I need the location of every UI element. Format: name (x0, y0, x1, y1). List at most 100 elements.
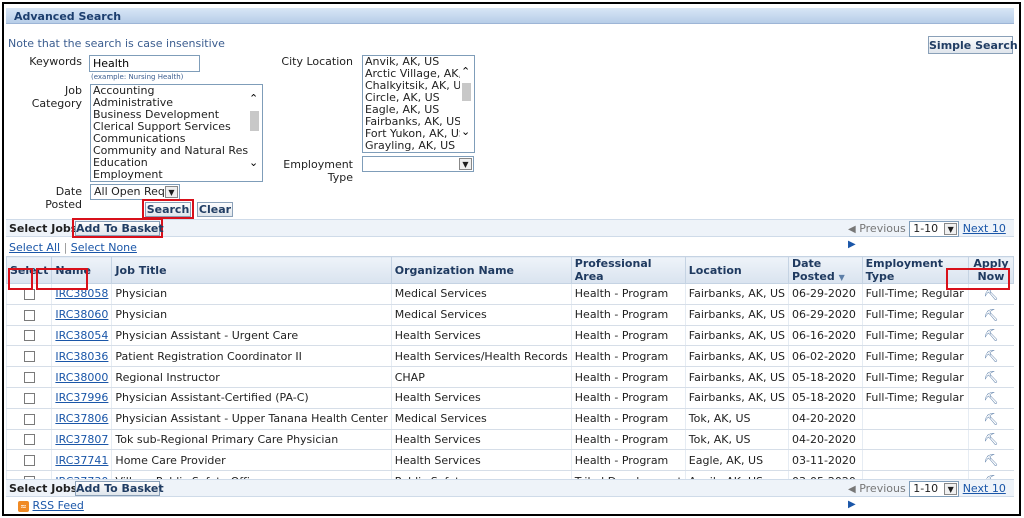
select-cell[interactable] (5, 387, 52, 409)
job-id-link[interactable]: IRC38036 (55, 350, 108, 363)
select-none-link[interactable]: Select None (71, 241, 137, 254)
select-cell[interactable] (5, 429, 52, 451)
apply-now-cell[interactable]: ⛏ (967, 387, 1014, 409)
select-checkbox[interactable] (23, 413, 35, 425)
select-checkbox[interactable] (23, 351, 35, 363)
apply-now-cell[interactable]: ⛏ (967, 366, 1014, 388)
apply-now-icon[interactable]: ⛏ (984, 370, 999, 384)
chevron-down-icon[interactable]: ▼ (459, 158, 472, 170)
apply-now-cell[interactable]: ⛏ (967, 345, 1014, 368)
add-to-basket-button[interactable]: Add To Basket (75, 481, 164, 496)
apply-now-icon[interactable]: ⛏ (984, 391, 999, 405)
next-icon[interactable]: ▶ (848, 499, 856, 510)
select-checkbox[interactable] (23, 372, 35, 384)
apply-now-icon[interactable]: ⛏ (984, 412, 999, 426)
select-checkbox-highlight (8, 268, 33, 290)
job-category-scrollbar[interactable]: ⌃ ⌄ (248, 85, 262, 181)
job-title-cell: Regional Instructor (111, 366, 392, 388)
table-row: IRC38036 Patient Registration Coordinator… (5, 345, 1014, 368)
chevron-down-icon[interactable]: ▼ (944, 223, 958, 235)
add-to-basket-button[interactable]: Add To Basket (75, 221, 164, 236)
location: Fairbanks, AK, US (688, 349, 785, 363)
date-posted: 05-18-2020 (792, 370, 856, 384)
simple-search-button[interactable]: Simple Search (928, 36, 1018, 54)
apply-now-cell[interactable]: ⛏ (967, 304, 1014, 326)
results-table: Select Name Job Title Organization Name … (5, 256, 1015, 492)
column-header: Organization Name (390, 256, 572, 284)
job-id-link[interactable]: IRC37996 (55, 391, 108, 404)
location-cell: Fairbanks, AK, US (684, 366, 789, 388)
select-checkbox[interactable] (23, 309, 35, 321)
job-id-link[interactable]: IRC37806 (55, 412, 108, 425)
date-posted-cell: 05-18-2020 (788, 387, 863, 409)
chevron-down-icon[interactable]: ▼ (165, 186, 178, 198)
date-posted-header[interactable]: Date Posted (792, 257, 835, 283)
job-id-link[interactable]: IRC37741 (55, 454, 108, 467)
keywords-input[interactable] (89, 55, 200, 72)
organization-name: CHAP (394, 370, 425, 384)
clear-button[interactable]: Clear (197, 202, 233, 217)
scroll-thumb[interactable] (250, 111, 259, 131)
rss-feed[interactable]: ≈ RSS Feed (18, 499, 84, 512)
job-id-link[interactable]: IRC38060 (55, 308, 108, 321)
next-link[interactable]: Next 10 (963, 222, 1006, 235)
apply-now-icon[interactable]: ⛏ (984, 328, 999, 342)
job-id-link[interactable]: IRC37807 (55, 433, 108, 446)
rss-icon[interactable]: ≈ (18, 500, 29, 512)
scroll-down-icon[interactable]: ⌄ (461, 126, 470, 138)
chevron-down-icon[interactable]: ▼ (944, 483, 958, 495)
search-button[interactable]: Search (145, 202, 191, 217)
professional-area-cell: Health - Program (570, 429, 686, 451)
apply-now-icon[interactable]: ⛏ (984, 453, 999, 467)
apply-now-icon[interactable]: ⛏ (984, 432, 999, 446)
select-checkbox[interactable] (23, 455, 35, 467)
apply-now-icon[interactable]: ⛏ (984, 308, 999, 322)
city-option[interactable]: Grayling, AK, US (363, 140, 474, 152)
select-checkbox[interactable] (23, 330, 35, 342)
select-checkbox[interactable] (23, 434, 35, 446)
job-category-option[interactable]: Employment (91, 169, 262, 181)
apply-now-cell[interactable]: ⛏ (967, 325, 1014, 347)
scroll-thumb[interactable] (462, 83, 471, 101)
page-range-select[interactable]: 1-10 ▼ (909, 481, 960, 497)
sort-desc-icon[interactable]: ▼ (839, 273, 845, 282)
page-range-select[interactable]: 1-10 ▼ (909, 221, 960, 237)
select-cell[interactable] (5, 304, 52, 326)
job-title: Physician Assistant - Urgent Care (115, 328, 299, 342)
column-header: Professional Area (570, 256, 686, 284)
scroll-up-icon[interactable]: ⌃ (461, 66, 470, 78)
select-checkbox[interactable] (23, 392, 35, 404)
select-checkbox[interactable] (23, 288, 35, 300)
location: Fairbanks, AK, US (688, 308, 785, 322)
date-posted: 06-29-2020 (792, 308, 856, 322)
city-location-listbox[interactable]: Anvik, AK, US Arctic Village, AK, US Cha… (362, 55, 475, 153)
scroll-down-icon[interactable]: ⌄ (249, 157, 258, 169)
city-scrollbar[interactable]: ⌃ ⌄ (460, 56, 474, 152)
job-id-link[interactable]: IRC38054 (55, 329, 108, 342)
select-cell[interactable] (5, 325, 52, 347)
previous-link: Previous (859, 222, 906, 235)
date-posted: 06-16-2020 (792, 328, 856, 342)
select-cell[interactable] (5, 366, 52, 388)
date-posted-label: Date Posted (45, 185, 82, 211)
job-category-listbox[interactable]: Accounting Administrative Business Devel… (90, 84, 263, 182)
column-header[interactable]: Date Posted ▼ (788, 256, 863, 284)
job-id-link[interactable]: IRC38000 (55, 371, 108, 384)
apply-now-icon[interactable]: ⛏ (984, 349, 999, 363)
rss-feed-link[interactable]: RSS Feed (33, 499, 84, 512)
date-posted-select[interactable]: All Open Reqs ▼ (90, 184, 180, 200)
apply-now-cell[interactable]: ⛏ (967, 408, 1014, 430)
location: Tok, AK, US (688, 432, 751, 446)
employment-type-select[interactable]: ▼ (362, 156, 474, 172)
select-cell[interactable] (5, 345, 52, 368)
select-cell[interactable] (5, 408, 52, 430)
table-row: IRC38058 Physician Medical Services Health … (5, 283, 1014, 305)
job-id-link-cell: IRC37807 (51, 429, 112, 451)
select-cell[interactable] (5, 449, 52, 472)
apply-now-cell[interactable]: ⛏ (967, 449, 1014, 472)
scroll-up-icon[interactable]: ⌃ (249, 93, 258, 105)
next-icon[interactable]: ▶ (848, 239, 856, 250)
apply-now-cell[interactable]: ⛏ (967, 429, 1014, 451)
select-all-link[interactable]: Select All (9, 241, 60, 254)
next-link[interactable]: Next 10 (963, 482, 1006, 495)
